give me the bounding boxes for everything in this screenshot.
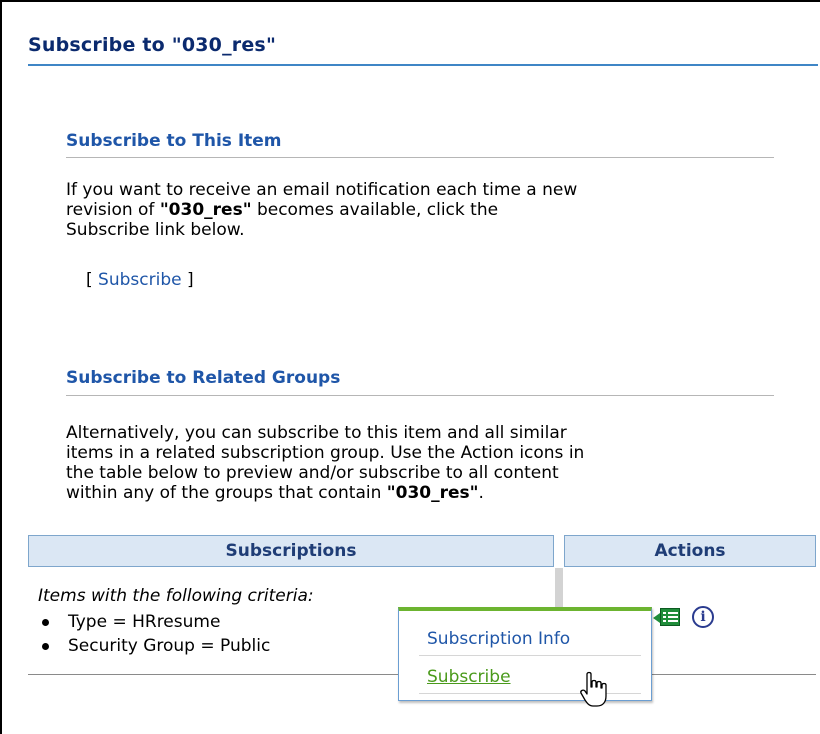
item-section-divider — [66, 157, 774, 158]
menu-item-subscription-info[interactable]: Subscription Info — [427, 629, 570, 649]
criteria-list: Type = HRresume Security Group = Public — [38, 610, 270, 658]
item-section-description: If you want to receive an email notifica… — [66, 180, 776, 240]
list-bar — [668, 616, 678, 618]
groups-section-heading: Subscribe to Related Groups — [66, 368, 341, 388]
title-divider — [28, 64, 818, 66]
groups-section-divider — [66, 395, 774, 396]
list-menu-icon[interactable] — [653, 608, 680, 626]
groups-description-text: . — [478, 483, 484, 503]
criteria-item-type: Type = HRresume — [38, 610, 270, 634]
menu-pointer-arrow — [653, 613, 660, 623]
list-dot — [663, 616, 666, 618]
item-description-line-2: revision of "030_res" becomes available,… — [66, 200, 776, 220]
page-title: Subscribe to "030_res" — [28, 34, 277, 56]
info-icon[interactable]: i — [692, 606, 714, 628]
window-left-border — [0, 0, 2, 734]
menu-item-subscribe[interactable]: Subscribe — [427, 667, 511, 687]
groups-description-line-1: Alternatively, you can subscribe to this… — [66, 423, 567, 443]
hand-pointer-icon — [580, 671, 607, 707]
menu-separator — [419, 655, 641, 656]
item-name: "030_res" — [159, 200, 252, 220]
item-name: "030_res" — [386, 483, 479, 503]
groups-description-line-2: items in a related subscription group. U… — [66, 443, 585, 463]
bracket-open: [ — [86, 270, 99, 290]
list-dot — [663, 620, 666, 622]
bracket-close: ] — [181, 270, 194, 290]
actions-column-header: Actions — [564, 535, 816, 567]
subscribe-item-link-group: [ Subscribe ] — [86, 270, 194, 290]
list-bar — [668, 612, 678, 614]
window-top-border — [0, 0, 820, 2]
groups-description-line-3: the table below to preview and/or subscr… — [66, 463, 559, 483]
subscribe-item-link[interactable]: Subscribe — [98, 270, 182, 290]
item-description-line-1: If you want to receive an email notifica… — [66, 180, 578, 200]
item-description-line-3: Subscribe link below. — [66, 220, 245, 240]
criteria-label: Items with the following criteria: — [38, 586, 314, 606]
item-description-text: becomes available, click the — [251, 200, 499, 220]
subscriptions-column-header: Subscriptions — [28, 535, 554, 567]
item-section-heading: Subscribe to This Item — [66, 131, 282, 151]
groups-description-line-4: within any of the groups that contain "0… — [66, 483, 776, 503]
item-description-text: revision of — [66, 200, 160, 220]
column-divider — [555, 568, 563, 608]
list-dot — [663, 612, 666, 614]
criteria-item-security-group: Security Group = Public — [38, 634, 270, 658]
groups-section-description: Alternatively, you can subscribe to this… — [66, 423, 776, 503]
list-bar — [668, 620, 678, 622]
groups-description-text: within any of the groups that contain — [66, 483, 387, 503]
